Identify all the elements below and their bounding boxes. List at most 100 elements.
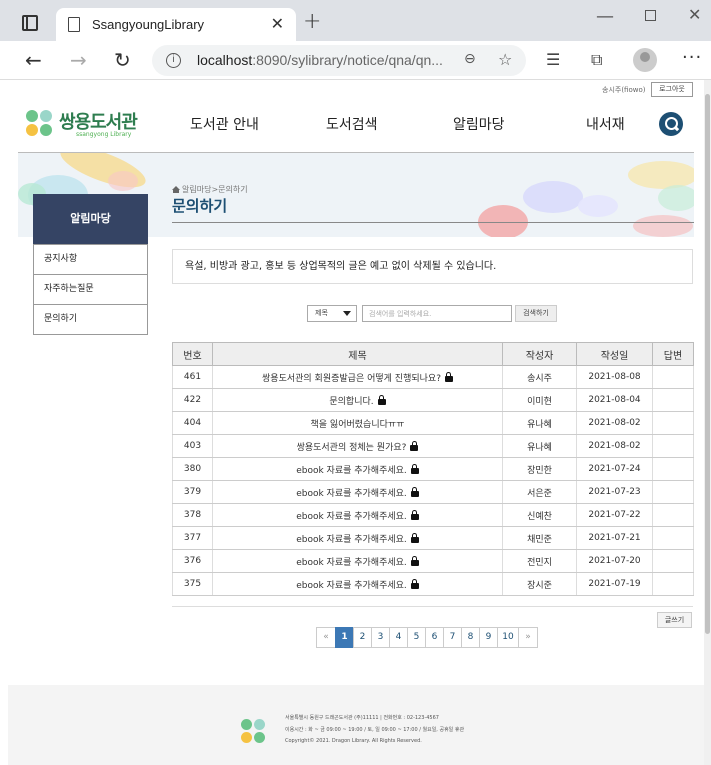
table-row[interactable]: 461 쌍용도서관의 회원증발급은 어떻게 진행되나요? 송시주 2021-08-08 — [172, 365, 694, 389]
more-icon[interactable]: ··· — [682, 47, 702, 68]
search-icon[interactable] — [659, 112, 683, 136]
cell-title-text[interactable]: ebook 자료를 추가해주세요. — [296, 558, 407, 568]
cell-author: 장시준 — [502, 572, 577, 596]
cell-title[interactable]: 쌍용도서관의 정체는 뭔가요? — [212, 434, 503, 458]
cell-title[interactable]: 쌍용도서관의 회원증발급은 어떻게 진행되나요? — [212, 365, 503, 389]
cell-title-text[interactable]: 책을 잃어버렸습니다ㅠㅠ — [311, 420, 405, 430]
cell-title[interactable]: ebook 자료를 추가해주세요. — [212, 457, 503, 481]
cell-title-text[interactable]: 문의합니다. — [329, 397, 373, 407]
table-header-row: 번호 제목 작성자 작성일 답변 — [172, 342, 694, 366]
scrollbar-thumb[interactable] — [705, 94, 710, 634]
page-button-7[interactable]: 7 — [443, 627, 462, 648]
browser-tab[interactable]: SsangyoungLibrary ✕ — [56, 8, 296, 41]
cell-title[interactable]: ebook 자료를 추가해주세요. — [212, 503, 503, 527]
back-icon[interactable]: ← — [25, 48, 42, 72]
page-scrollbar[interactable] — [704, 80, 711, 765]
url-text[interactable]: localhost:8090/sylibrary/notice/qna/qn..… — [197, 52, 443, 68]
sidebar-item-notice[interactable]: 공지사항 — [34, 244, 147, 274]
lock-icon — [444, 371, 453, 382]
cell-title[interactable]: ebook 자료를 추가해주세요. — [212, 549, 503, 573]
cell-title-text[interactable]: ebook 자료를 추가해주세요. — [296, 535, 407, 545]
cell-title[interactable]: ebook 자료를 추가해주세요. — [212, 526, 503, 550]
favorite-add-icon[interactable]: ☆ — [498, 50, 512, 69]
table-row[interactable]: 403 쌍용도서관의 정체는 뭔가요? 유나혜 2021-08-02 — [172, 434, 694, 458]
site-logo[interactable]: 쌍용도서관 ssangyong Library — [24, 108, 144, 138]
table-row[interactable]: 378 ebook 자료를 추가해주세요. 신예찬 2021-07-22 — [172, 503, 694, 527]
cell-title-text[interactable]: ebook 자료를 추가해주세요. — [296, 489, 407, 499]
cell-answer — [652, 434, 694, 458]
cell-title[interactable]: 책을 잃어버렸습니다ㅠㅠ — [212, 411, 503, 435]
page-button-5[interactable]: 5 — [407, 627, 426, 648]
table-row[interactable]: 379 ebook 자료를 추가해주세요. 서은준 2021-07-23 — [172, 480, 694, 504]
cell-title-text[interactable]: ebook 자료를 추가해주세요. — [296, 466, 407, 476]
cell-date-text: 2021-07-23 — [588, 487, 641, 497]
nav-notice-board[interactable]: 알림마당 — [453, 114, 505, 134]
table-row[interactable]: 375 ebook 자료를 추가해주세요. 장시준 2021-07-19 — [172, 572, 694, 596]
page-first-button[interactable]: « — [316, 627, 336, 648]
page-button-6[interactable]: 6 — [425, 627, 444, 648]
address-bar[interactable]: i localhost:8090/sylibrary/notice/qna/qn… — [152, 45, 526, 76]
page-button-1[interactable]: 1 — [335, 627, 354, 648]
write-button[interactable]: 글쓰기 — [657, 612, 692, 628]
page-last-button[interactable]: » — [518, 627, 538, 648]
collections-icon[interactable]: ⧉ — [591, 50, 602, 70]
home-icon[interactable] — [172, 186, 180, 193]
forward-icon[interactable]: → — [70, 48, 87, 72]
sidebar-icon[interactable] — [22, 15, 38, 31]
cell-date-text: 2021-07-24 — [588, 464, 641, 474]
cell-no-text: 380 — [183, 464, 202, 474]
cell-title[interactable]: ebook 자료를 추가해주세요. — [212, 480, 503, 504]
cell-date: 2021-08-02 — [576, 411, 653, 435]
search-type-select[interactable]: 제목 — [307, 305, 357, 322]
page-button-3[interactable]: 3 — [371, 627, 390, 648]
table-row[interactable]: 404 책을 잃어버렸습니다ㅠㅠ 유나혜 2021-08-02 — [172, 411, 694, 435]
footer-logo-icon — [239, 717, 267, 745]
cell-title-text[interactable]: 쌍용도서관의 회원증발급은 어떻게 진행되나요? — [262, 374, 441, 384]
table-row[interactable]: 377 ebook 자료를 추가해주세요. 채민준 2021-07-21 — [172, 526, 694, 550]
close-icon[interactable]: ✕ — [271, 14, 284, 33]
cell-title[interactable]: 문의합니다. — [212, 388, 503, 412]
cell-author: 이미현 — [502, 388, 577, 412]
page-button-9[interactable]: 9 — [479, 627, 498, 648]
table-row[interactable]: 422 문의합니다. 이미현 2021-08-04 — [172, 388, 694, 412]
cell-no: 379 — [172, 480, 213, 504]
page-button-4[interactable]: 4 — [389, 627, 408, 648]
nav-book-search[interactable]: 도서검색 — [326, 114, 378, 134]
nav-my-library[interactable]: 내서재 — [586, 114, 625, 134]
search-input[interactable] — [362, 305, 512, 322]
sidebar-item-faq[interactable]: 자주하는질문 — [34, 274, 147, 304]
logout-button[interactable]: 로그아웃 — [651, 82, 693, 97]
info-icon[interactable]: i — [166, 53, 181, 68]
page-button-10[interactable]: 10 — [497, 627, 519, 648]
page-button-2[interactable]: 2 — [353, 627, 372, 648]
cell-author: 송시주 — [502, 365, 577, 389]
profile-icon[interactable] — [633, 48, 657, 72]
cell-no: 380 — [172, 457, 213, 481]
nav-library-guide[interactable]: 도서관 안내 — [190, 114, 259, 134]
cell-author: 서은준 — [502, 480, 577, 504]
favorites-icon[interactable]: ☰ — [546, 50, 560, 69]
tab-title: SsangyoungLibrary — [92, 17, 205, 32]
table-row[interactable]: 380 ebook 자료를 추가해주세요. 장민한 2021-07-24 — [172, 457, 694, 481]
reload-icon[interactable]: ↻ — [114, 48, 131, 72]
maximize-icon[interactable] — [645, 10, 656, 21]
close-window-icon[interactable]: ✕ — [688, 5, 701, 24]
search-button[interactable]: 검색하기 — [515, 305, 557, 322]
cell-title-text[interactable]: 쌍용도서관의 정체는 뭔가요? — [297, 443, 407, 453]
url-host: localhost — [197, 52, 253, 68]
cell-answer — [652, 526, 694, 550]
cell-title[interactable]: ebook 자료를 추가해주세요. — [212, 572, 503, 596]
cell-title-text[interactable]: ebook 자료를 추가해주세요. — [296, 512, 407, 522]
cell-no-text: 461 — [183, 372, 202, 382]
cell-date: 2021-08-08 — [576, 365, 653, 389]
cell-author: 장민한 — [502, 457, 577, 481]
minimize-icon[interactable]: — — [596, 6, 614, 27]
cell-no: 461 — [172, 365, 213, 389]
zoom-icon[interactable]: ⊖ — [464, 51, 476, 67]
footer-copyright: Copyright© 2021. Dragon Library. All Rig… — [285, 738, 422, 744]
sidebar-item-qna[interactable]: 문의하기 — [34, 304, 147, 334]
table-row[interactable]: 376 ebook 자료를 추가해주세요. 전민지 2021-07-20 — [172, 549, 694, 573]
page-button-8[interactable]: 8 — [461, 627, 480, 648]
cell-title-text[interactable]: ebook 자료를 추가해주세요. — [296, 581, 407, 591]
plus-icon[interactable]: + — [303, 9, 321, 34]
